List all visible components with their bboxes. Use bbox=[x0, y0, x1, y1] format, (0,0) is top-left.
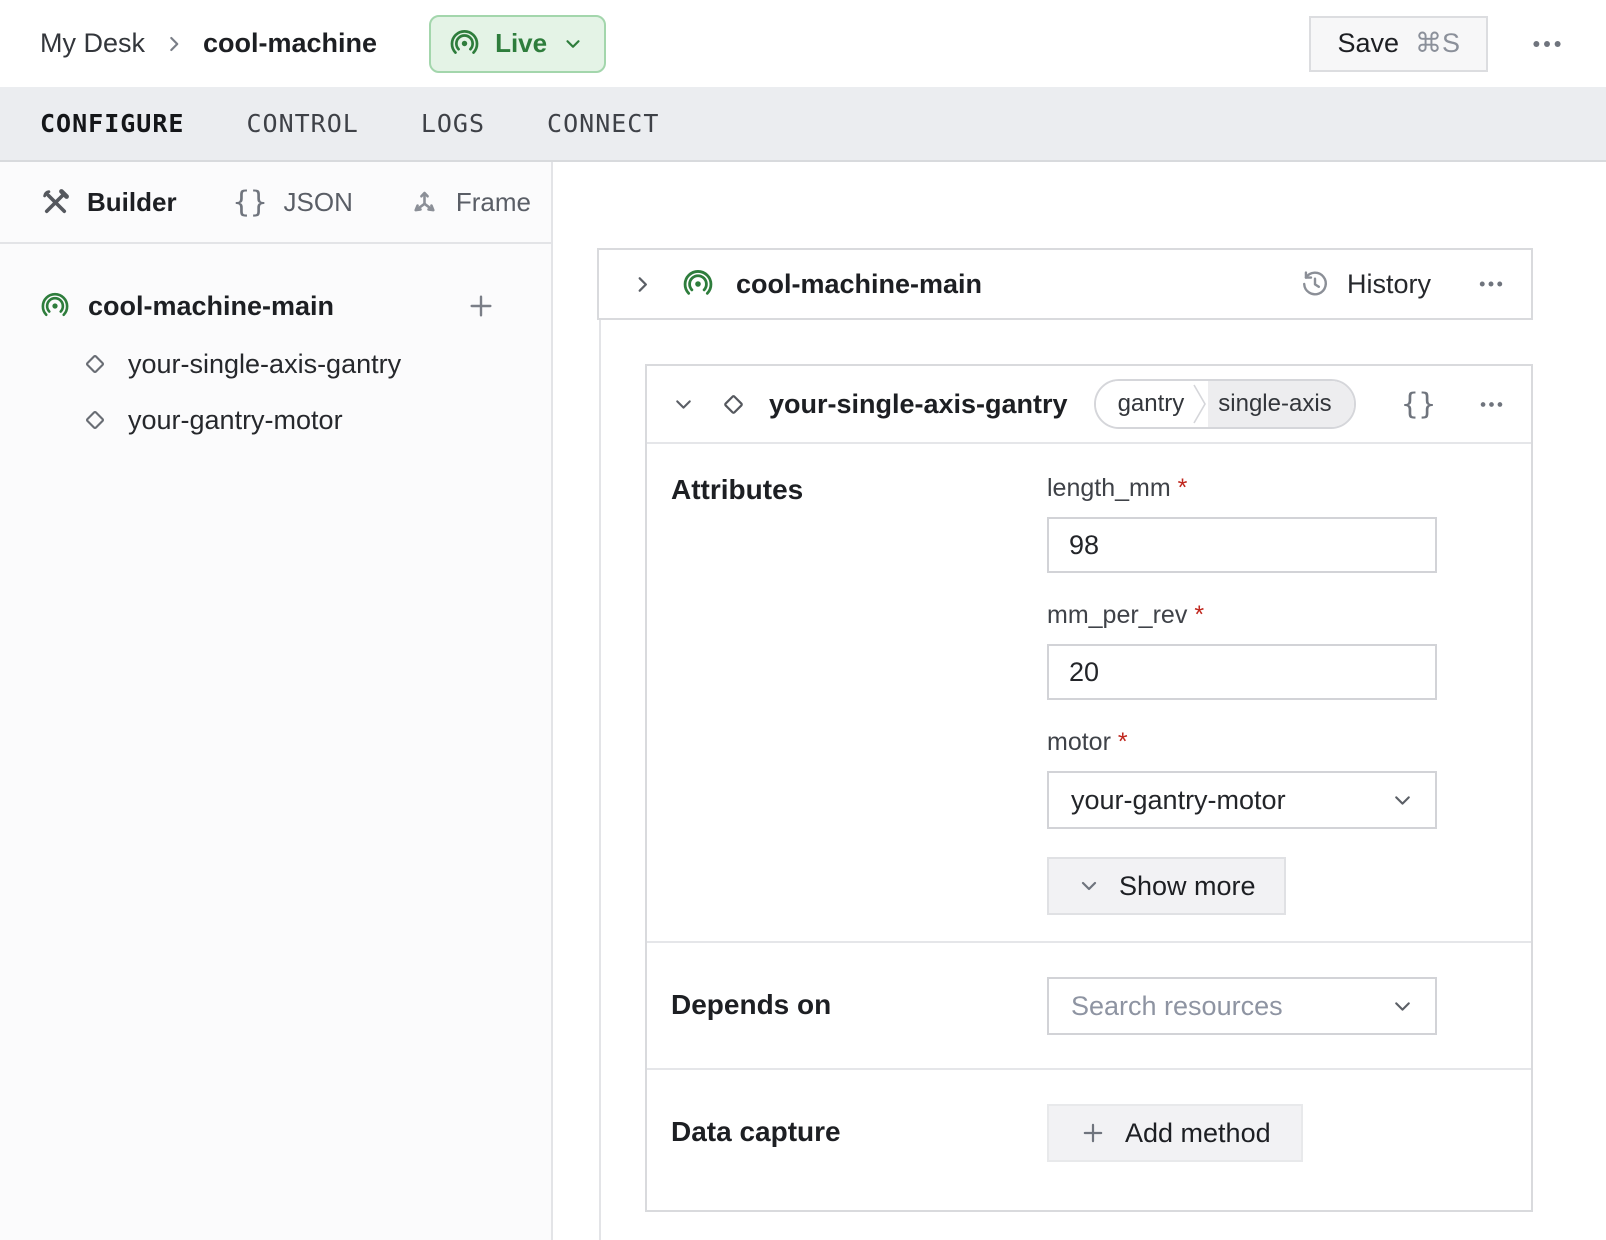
depends-on-heading: Depends on bbox=[671, 977, 1047, 1035]
resource-card-gantry: your-single-axis-gantry gantry single-ax… bbox=[645, 364, 1533, 1212]
required-marker: * bbox=[1194, 601, 1204, 629]
top-bar-actions: Save ⌘S bbox=[1309, 16, 1564, 72]
config-sidebar: Builder {} JSON Frame bbox=[0, 162, 553, 1240]
curly-braces-icon: {} bbox=[233, 185, 268, 219]
part-header-title: cool-machine-main bbox=[736, 269, 982, 300]
top-bar: My Desk cool-machine Live Save ⌘S bbox=[0, 0, 1606, 87]
chevron-down-icon bbox=[1390, 788, 1415, 813]
chevron-right-icon[interactable] bbox=[629, 271, 656, 298]
badge-divider-icon bbox=[1192, 381, 1208, 427]
history-button-label: History bbox=[1347, 269, 1431, 300]
plus-icon bbox=[1079, 1119, 1107, 1147]
mode-tab-label: JSON bbox=[284, 187, 353, 218]
resource-overflow-menu-button[interactable] bbox=[1478, 391, 1505, 418]
resource-type-label: gantry bbox=[1096, 381, 1193, 427]
status-badge-label: Live bbox=[495, 28, 547, 59]
history-button[interactable]: History bbox=[1293, 267, 1437, 301]
overflow-menu-button[interactable] bbox=[1530, 27, 1564, 61]
tree-item-gantry[interactable]: your-single-axis-gantry bbox=[40, 338, 527, 390]
breadcrumb-current: cool-machine bbox=[203, 28, 377, 59]
field-label-text: length_mm bbox=[1047, 474, 1171, 502]
data-capture-heading: Data capture bbox=[671, 1104, 1047, 1162]
broadcast-icon bbox=[40, 291, 70, 321]
chevron-down-icon[interactable] bbox=[671, 392, 696, 417]
diamond-icon bbox=[80, 405, 110, 435]
part-connector-line bbox=[599, 320, 601, 1240]
field-label: length_mm* bbox=[1047, 474, 1437, 503]
curly-braces-icon[interactable]: {} bbox=[1401, 387, 1436, 421]
diamond-icon bbox=[718, 389, 749, 420]
mm-per-rev-input[interactable] bbox=[1047, 644, 1437, 700]
add-resource-button[interactable] bbox=[465, 290, 497, 322]
breadcrumb-chevron-icon bbox=[161, 31, 187, 57]
field-label: mm_per_rev* bbox=[1047, 601, 1437, 630]
mode-tab-json[interactable]: {} JSON bbox=[233, 185, 353, 219]
attributes-section: Attributes length_mm* mm_per_rev* bbox=[647, 444, 1531, 941]
tree-item-label: your-single-axis-gantry bbox=[128, 349, 401, 380]
mode-tab-builder[interactable]: Builder bbox=[40, 187, 177, 218]
add-method-button[interactable]: Add method bbox=[1047, 1104, 1303, 1162]
resource-card-header: your-single-axis-gantry gantry single-ax… bbox=[647, 366, 1531, 444]
tree-item-label: cool-machine-main bbox=[88, 291, 334, 322]
chevron-down-icon bbox=[562, 33, 584, 55]
required-marker: * bbox=[1118, 728, 1128, 756]
sidebar-mode-tabs: Builder {} JSON Frame bbox=[0, 162, 551, 244]
tools-icon bbox=[40, 187, 71, 218]
mode-tab-frame[interactable]: Frame bbox=[409, 187, 531, 218]
tab-configure[interactable]: CONFIGURE bbox=[40, 109, 184, 138]
mode-tab-label: Builder bbox=[87, 187, 177, 218]
required-marker: * bbox=[1178, 474, 1188, 502]
tab-connect[interactable]: CONNECT bbox=[547, 109, 659, 138]
config-main-panel: cool-machine-main History bbox=[553, 162, 1606, 1240]
history-clock-icon bbox=[1299, 268, 1331, 300]
chevron-down-icon bbox=[1077, 874, 1101, 898]
broadcast-icon bbox=[449, 28, 480, 59]
part-overflow-menu-button[interactable] bbox=[1477, 270, 1505, 298]
resource-card-title: your-single-axis-gantry bbox=[769, 389, 1068, 420]
add-method-label: Add method bbox=[1125, 1118, 1271, 1149]
data-capture-section: Data capture Add method bbox=[647, 1068, 1531, 1210]
nav-tab-bar: CONFIGURE CONTROL LOGS CONNECT bbox=[0, 87, 1606, 162]
show-more-button[interactable]: Show more bbox=[1047, 857, 1286, 915]
save-button-label: Save bbox=[1337, 28, 1399, 59]
frame-axes-icon bbox=[409, 187, 440, 218]
resource-model-label: single-axis bbox=[1208, 381, 1353, 427]
depends-on-placeholder: Search resources bbox=[1071, 991, 1283, 1022]
motor-select-value: your-gantry-motor bbox=[1071, 785, 1286, 816]
tab-control[interactable]: CONTROL bbox=[246, 109, 358, 138]
diamond-icon bbox=[80, 349, 110, 379]
depends-on-section: Depends on Search resources bbox=[647, 941, 1531, 1068]
attributes-heading: Attributes bbox=[671, 474, 1047, 915]
save-shortcut-hint: ⌘S bbox=[1415, 28, 1460, 59]
machine-part-header: cool-machine-main History bbox=[597, 248, 1533, 320]
field-mm-per-rev: mm_per_rev* bbox=[1047, 601, 1437, 700]
field-label-text: mm_per_rev bbox=[1047, 601, 1187, 629]
motor-select[interactable]: your-gantry-motor bbox=[1047, 771, 1437, 829]
field-label: motor* bbox=[1047, 728, 1437, 757]
depends-on-select[interactable]: Search resources bbox=[1047, 977, 1437, 1035]
tab-logs[interactable]: LOGS bbox=[421, 109, 485, 138]
app-window: My Desk cool-machine Live Save ⌘S bbox=[0, 0, 1606, 1240]
broadcast-icon bbox=[682, 268, 714, 300]
tree-item-label: your-gantry-motor bbox=[128, 405, 343, 436]
breadcrumb-parent[interactable]: My Desk bbox=[40, 28, 145, 59]
field-motor: motor* your-gantry-motor bbox=[1047, 728, 1437, 829]
tree-item-machine-part[interactable]: cool-machine-main bbox=[40, 278, 527, 334]
resource-type-badge: gantry single-axis bbox=[1094, 379, 1356, 429]
machine-status-badge[interactable]: Live bbox=[429, 15, 606, 73]
chevron-down-icon bbox=[1390, 994, 1415, 1019]
save-button[interactable]: Save ⌘S bbox=[1309, 16, 1488, 72]
resource-tree: cool-machine-main your-single-axis-gantr… bbox=[0, 244, 551, 446]
field-length-mm: length_mm* bbox=[1047, 474, 1437, 573]
show-more-label: Show more bbox=[1119, 871, 1256, 902]
tree-item-motor[interactable]: your-gantry-motor bbox=[40, 394, 527, 446]
length-mm-input[interactable] bbox=[1047, 517, 1437, 573]
mode-tab-label: Frame bbox=[456, 187, 531, 218]
field-label-text: motor bbox=[1047, 728, 1111, 756]
